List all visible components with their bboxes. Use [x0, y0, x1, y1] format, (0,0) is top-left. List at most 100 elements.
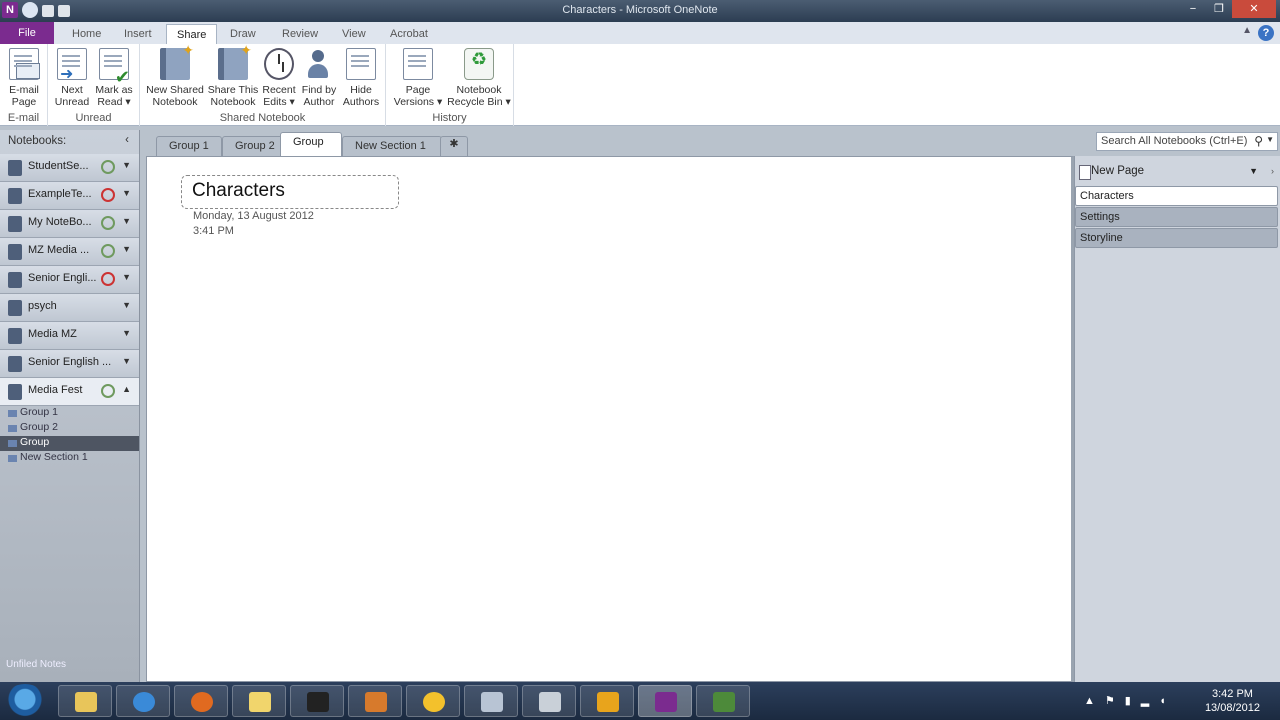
notebook-item[interactable]: Media MZ ▼	[0, 322, 139, 350]
outlook-taskbar-button[interactable]	[580, 685, 634, 717]
page-versions-button[interactable]: Page Versions ▾	[390, 48, 446, 108]
section-item-selected[interactable]: Group	[0, 436, 139, 451]
start-button[interactable]	[4, 684, 46, 718]
chevron-down-icon[interactable]: ▼	[122, 328, 131, 338]
sync-status-icon[interactable]	[101, 216, 115, 230]
search-input[interactable]: Search All Notebooks (Ctrl+E) ⚲ ▼	[1096, 132, 1278, 151]
page-title[interactable]: Characters	[181, 175, 399, 209]
chevron-up-icon[interactable]: ▲	[122, 384, 131, 394]
close-button[interactable]: ✕	[1232, 0, 1276, 18]
clock[interactable]: 3:42 PM 13/08/2012	[1205, 687, 1260, 715]
collapse-page-tabs-icon[interactable]: ›	[1271, 166, 1274, 176]
notebook-icon	[8, 384, 22, 400]
ie-taskbar-button[interactable]	[116, 685, 170, 717]
recent-edits-button[interactable]: Recent Edits ▾	[260, 48, 298, 108]
page-tab[interactable]: Settings	[1075, 207, 1278, 227]
chevron-down-icon[interactable]: ▼	[122, 272, 131, 282]
minimize-button[interactable]: −	[1180, 0, 1206, 18]
chevron-down-icon[interactable]: ▼	[122, 160, 131, 170]
tab-home[interactable]: Home	[62, 24, 111, 44]
camera-icon	[307, 692, 329, 712]
onenote-taskbar-button[interactable]	[638, 685, 692, 717]
notebook-item[interactable]: Senior Engli... ▼	[0, 266, 139, 294]
title-bar: N Characters - Microsoft OneNote − ❐ ✕	[0, 0, 1280, 22]
sync-error-icon[interactable]	[101, 272, 115, 286]
find-by-author-button[interactable]: Find by Author	[298, 48, 340, 108]
maximize-button[interactable]: ❐	[1206, 0, 1232, 18]
notebook-item[interactable]: StudentSe... ▼	[0, 154, 139, 182]
next-unread-icon	[57, 48, 87, 81]
mark-as-read-button[interactable]: Mark as Read ▾	[92, 48, 136, 108]
search-icon[interactable]: ⚲	[1254, 134, 1263, 148]
page-canvas[interactable]: Characters Monday, 13 August 2012 3:41 P…	[146, 156, 1074, 682]
notebook-item[interactable]: MZ Media ... ▼	[0, 238, 139, 266]
page-date: Monday, 13 August 2012	[193, 210, 314, 222]
group-history: Page Versions ▾ Notebook Recycle Bin ▾ H…	[386, 44, 514, 126]
notebook-icon	[8, 272, 22, 288]
notebook-recycle-bin-button[interactable]: Notebook Recycle Bin ▾	[446, 48, 512, 108]
sync-status-icon[interactable]	[101, 244, 115, 258]
group-email: E-mail Page E-mail	[0, 44, 48, 126]
printer-taskbar-button[interactable]	[522, 685, 576, 717]
firefox-taskbar-button[interactable]	[174, 685, 228, 717]
tab-insert[interactable]: Insert	[114, 24, 162, 44]
media-taskbar-button[interactable]	[348, 685, 402, 717]
calculator-icon	[481, 692, 503, 712]
page-time: 3:41 PM	[193, 225, 234, 237]
new-shared-notebook-button[interactable]: New Shared Notebook	[144, 44, 206, 108]
new-page-button[interactable]: New Page ▼ ›	[1075, 156, 1280, 186]
camera-taskbar-button[interactable]	[290, 685, 344, 717]
section-item[interactable]: New Section 1	[0, 451, 139, 466]
files-taskbar-button[interactable]	[232, 685, 286, 717]
notebook-item[interactable]: ExampleTe... ▼	[0, 182, 139, 210]
section-tab[interactable]: Group 2	[222, 136, 288, 156]
section-item[interactable]: Group 2	[0, 421, 139, 436]
sync-error-icon[interactable]	[101, 188, 115, 202]
collapse-pane-icon[interactable]: ‹	[125, 134, 129, 146]
share-this-notebook-button[interactable]: Share This Notebook	[206, 44, 260, 108]
tab-file[interactable]: File	[0, 22, 54, 44]
tray-icons[interactable]: ▲⚑▮▂◖	[1084, 694, 1176, 707]
chevron-down-icon[interactable]: ▼	[122, 300, 131, 310]
window-title: Characters - Microsoft OneNote	[562, 4, 718, 16]
new-page-dropdown-icon[interactable]: ▼	[1249, 166, 1258, 176]
help-icon[interactable]: ?	[1258, 25, 1274, 41]
tab-review[interactable]: Review	[272, 24, 328, 44]
unfiled-notes-button[interactable]: Unfiled Notes	[6, 659, 66, 670]
ribbon-tabs: File Home Insert Share Draw Review View …	[0, 22, 1280, 44]
tab-draw[interactable]: Draw	[220, 24, 266, 44]
notebook-item-open[interactable]: Media Fest ▲	[0, 378, 139, 406]
tab-acrobat[interactable]: Acrobat	[380, 24, 438, 44]
app-taskbar-button[interactable]	[696, 685, 750, 717]
email-page-button[interactable]: E-mail Page	[6, 48, 42, 108]
explorer-taskbar-button[interactable]	[58, 685, 112, 717]
sync-status-icon[interactable]	[101, 160, 115, 174]
page-tab[interactable]: Storyline	[1075, 228, 1278, 248]
section-item[interactable]: Group 1	[0, 406, 139, 421]
tab-view[interactable]: View	[332, 24, 376, 44]
notebook-item[interactable]: psych ▼	[0, 294, 139, 322]
chevron-down-icon[interactable]: ▼	[122, 244, 131, 254]
chevron-down-icon[interactable]: ▼	[122, 356, 131, 366]
notebook-item[interactable]: Senior English ... ▼	[0, 350, 139, 378]
hide-authors-icon	[346, 48, 376, 80]
new-section-tab[interactable]: ✱	[440, 136, 468, 156]
section-tab-active[interactable]: Group	[280, 132, 342, 156]
section-tab[interactable]: New Section 1	[342, 136, 442, 156]
calculator-taskbar-button[interactable]	[464, 685, 518, 717]
search-scope-dropdown-icon[interactable]: ▼	[1266, 135, 1274, 144]
chevron-down-icon[interactable]: ▼	[122, 188, 131, 198]
page-tab-active[interactable]: Characters	[1075, 186, 1278, 206]
window-controls: − ❐ ✕	[1180, 0, 1276, 18]
printer-icon	[539, 692, 561, 712]
sync-status-icon[interactable]	[101, 384, 115, 398]
next-unread-button[interactable]: Next Unread	[52, 48, 92, 108]
hide-authors-button[interactable]: Hide Authors	[340, 48, 382, 108]
tab-share[interactable]: Share	[166, 24, 218, 44]
section-tab[interactable]: Group 1	[156, 136, 222, 156]
chrome-taskbar-button[interactable]	[406, 685, 460, 717]
minimize-ribbon-icon[interactable]: ▲	[1242, 25, 1252, 36]
chevron-down-icon[interactable]: ▼	[122, 216, 131, 226]
page-versions-icon	[403, 48, 433, 80]
notebook-item[interactable]: My NoteBo... ▼	[0, 210, 139, 238]
